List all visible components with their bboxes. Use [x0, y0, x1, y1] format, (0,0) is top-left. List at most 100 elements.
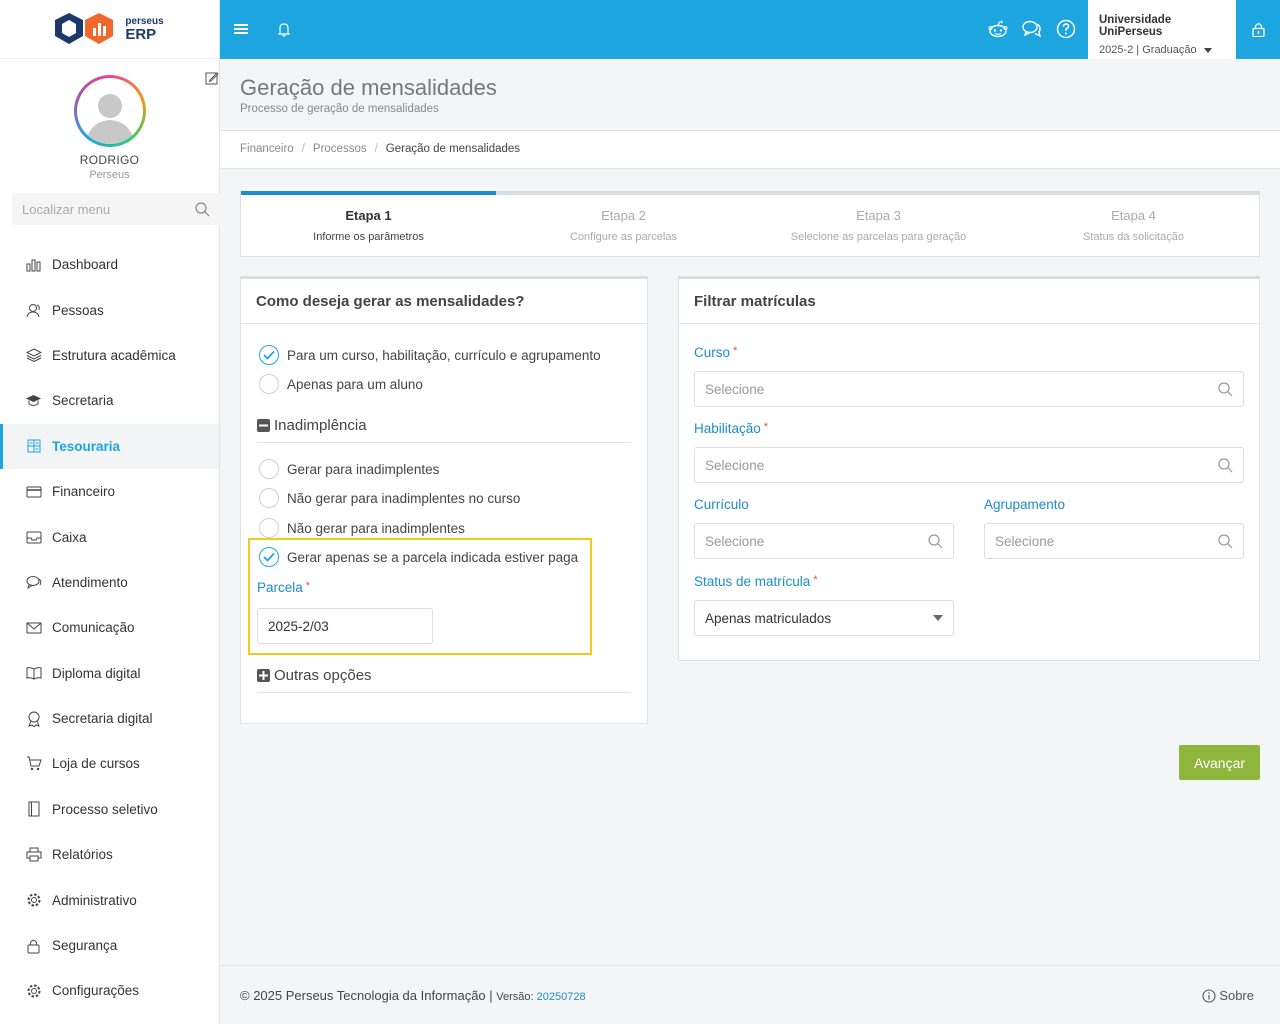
- placeholder: Selecione: [705, 533, 765, 549]
- help-icon[interactable]: [1055, 18, 1077, 40]
- sidebar-item-dashboard[interactable]: Dashboard: [0, 242, 219, 287]
- step-subtitle: Selecione as parcelas para geração: [790, 231, 967, 243]
- sidebar-item-configuracoes[interactable]: Configurações: [0, 968, 219, 1013]
- curriculo-select[interactable]: Selecione: [694, 523, 954, 559]
- radio-label: Para um curso, habilitação, currículo e …: [287, 347, 601, 363]
- step-3[interactable]: Etapa 3 Selecione as parcelas para geraç…: [751, 208, 1006, 243]
- page-title: Geração de mensalidades: [240, 75, 497, 100]
- menu-search-input[interactable]: [22, 201, 182, 217]
- sidebar-item-diploma[interactable]: Diploma digital: [0, 651, 219, 696]
- panel-title: Como deseja gerar as mensalidades?: [241, 279, 647, 324]
- sidebar-item-comunicacao[interactable]: Comunicação: [0, 605, 219, 650]
- radio-mode-curso[interactable]: Para um curso, habilitação, currículo e …: [259, 345, 601, 365]
- step-subtitle: Configure as parcelas: [569, 231, 677, 243]
- sidebar-item-secretaria[interactable]: Secretaria: [0, 378, 219, 423]
- notebook-icon: [25, 801, 42, 818]
- book-icon: [25, 665, 42, 682]
- footer: © 2025 Perseus Tecnologia da Informação …: [220, 965, 1280, 1024]
- breadcrumb-current: Geração de mensalidades: [385, 143, 521, 155]
- radio-gerar-inadimplentes[interactable]: Gerar para inadimplentes: [259, 459, 439, 479]
- edit-profile-icon[interactable]: [205, 71, 219, 85]
- filter-panel: Filtrar matrículas Curso * Selecione Habi…: [678, 276, 1260, 661]
- sidebar-item-relatorios[interactable]: Relatórios: [0, 832, 219, 877]
- university-selector[interactable]: Universidade UniPerseus 2025-2 | Graduaç…: [1088, 0, 1236, 59]
- sidebar-item-administrativo[interactable]: Administrativo: [0, 877, 219, 922]
- sidebar-item-label: Pessoas: [52, 302, 104, 318]
- sidebar-item-label: Dashboard: [52, 257, 119, 273]
- step-title: Etapa 1: [345, 208, 392, 223]
- breadcrumb-processos[interactable]: Processos: [313, 143, 367, 155]
- radio-label: Não gerar para inadimplentes: [287, 520, 465, 536]
- sidebar-item-secretaria-digital[interactable]: Secretaria digital: [0, 696, 219, 741]
- sidebar-item-label: Configurações: [52, 983, 140, 999]
- robot-icon[interactable]: [987, 18, 1009, 40]
- perseus-logo[interactable]: perseus ERP: [55, 11, 164, 47]
- inadimplencia-section-toggle[interactable]: Inadimplência: [257, 417, 631, 443]
- search-icon[interactable]: [195, 201, 210, 217]
- logo-icon: [55, 13, 114, 44]
- profile-card: RODRIGO Perseus: [0, 59, 219, 193]
- highlight-box: [248, 538, 592, 655]
- radio-label: Gerar para inadimplentes: [287, 461, 440, 477]
- breadcrumb: Financeiro / Processos / Geração de mensalid…: [220, 131, 1280, 169]
- habilitacao-select[interactable]: Selecione: [694, 447, 1244, 483]
- bell-icon[interactable]: [273, 18, 295, 40]
- search-icon[interactable]: [1218, 381, 1233, 397]
- sidebar-item-pessoas[interactable]: Pessoas: [0, 287, 219, 332]
- radio-nao-gerar-curso[interactable]: Não gerar para inadimplentes no curso: [259, 488, 520, 508]
- radio-label: Não gerar para inadimplentes no curso: [287, 490, 521, 506]
- sidebar-item-tesouraria[interactable]: Tesouraria: [0, 423, 219, 470]
- sidebar-item-caixa[interactable]: Caixa: [0, 514, 219, 559]
- outras-opcoes-toggle[interactable]: Outras opções: [257, 667, 631, 693]
- radio-unchecked[interactable]: [259, 374, 279, 394]
- hamburger-menu-icon[interactable]: [230, 18, 252, 40]
- menu-search: [12, 193, 220, 225]
- printer-icon: [25, 846, 42, 863]
- search-icon[interactable]: [928, 533, 943, 549]
- about-link[interactable]: Sobre: [1202, 988, 1254, 1003]
- version-link[interactable]: 20250728: [537, 991, 586, 1003]
- sidebar-item-estrutura[interactable]: Estrutura acadêmica: [0, 333, 219, 378]
- advance-button[interactable]: Avançar: [1179, 745, 1260, 780]
- label-text: Status de matrícula: [694, 574, 811, 589]
- period-selector[interactable]: 2025-2 | Graduação: [1099, 44, 1236, 56]
- version-label: Versão:: [496, 991, 537, 1003]
- step-2[interactable]: Etapa 2 Configure as parcelas: [496, 208, 751, 243]
- sidebar-item-seguranca[interactable]: Segurança: [0, 923, 219, 968]
- sidebar-item-label: Administrativo: [52, 892, 137, 908]
- sidebar-item-label: Loja de cursos: [52, 756, 140, 772]
- user-silhouette-icon: [85, 94, 134, 144]
- sidebar-item-label: Financeiro: [52, 484, 116, 500]
- caret-down-icon: [933, 615, 943, 621]
- sidebar-item-financeiro[interactable]: Financeiro: [0, 469, 219, 514]
- breadcrumb-financeiro[interactable]: Financeiro: [240, 143, 294, 155]
- agrupamento-select[interactable]: Selecione: [984, 523, 1244, 559]
- chat-bubbles-icon[interactable]: [1021, 18, 1043, 40]
- profile-name: RODRIGO: [79, 153, 140, 167]
- search-icon[interactable]: [1218, 533, 1233, 549]
- search-icon[interactable]: [1218, 457, 1233, 473]
- curriculo-label: Currículo: [694, 497, 749, 512]
- sidebar-item-atendimento[interactable]: Atendimento: [0, 560, 219, 605]
- curso-select[interactable]: Selecione: [694, 371, 1244, 407]
- step-1[interactable]: Etapa 1 Informe os parâmetros: [241, 208, 496, 243]
- step-4[interactable]: Etapa 4 Status da solicitação: [1006, 208, 1261, 243]
- radio-unchecked[interactable]: [259, 459, 279, 479]
- radio-checked[interactable]: [259, 345, 279, 365]
- steps-progress-fill: [241, 191, 496, 195]
- radio-mode-aluno[interactable]: Apenas para um aluno: [259, 374, 423, 394]
- sidebar: perseus ERP RODRIGO Perseus Localizar me…: [0, 0, 220, 1024]
- radio-unchecked[interactable]: [259, 488, 279, 508]
- step-subtitle: Informe os parâmetros: [313, 231, 424, 243]
- topbar: Universidade UniPerseus 2025-2 | Graduaç…: [220, 0, 1280, 59]
- status-matricula-select[interactable]: Apenas matriculados: [694, 600, 954, 636]
- panel-title: Filtrar matrículas: [679, 279, 1259, 324]
- generation-mode-panel: Como deseja gerar as mensalidades? Para …: [240, 276, 648, 724]
- sidebar-item-processo-seletivo[interactable]: Processo seletivo: [0, 787, 219, 832]
- sidebar-item-loja[interactable]: Loja de cursos: [0, 741, 219, 786]
- lock-screen-button[interactable]: [1236, 0, 1280, 59]
- logo-line2: ERP: [125, 25, 157, 43]
- radio-unchecked[interactable]: [259, 518, 279, 538]
- radio-nao-gerar[interactable]: Não gerar para inadimplentes: [259, 518, 465, 538]
- avatar[interactable]: [73, 75, 146, 147]
